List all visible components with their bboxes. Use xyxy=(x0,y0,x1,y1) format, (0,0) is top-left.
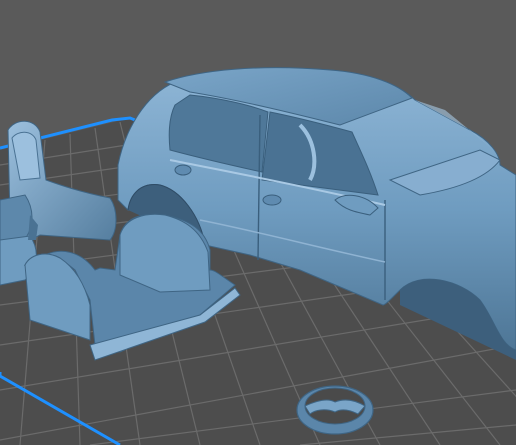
steering-wheel-model[interactable] xyxy=(296,385,374,435)
rear-door-handle xyxy=(262,194,282,206)
scene-canvas[interactable] xyxy=(0,0,516,445)
3d-print-preview-viewport[interactable] xyxy=(0,0,516,445)
front-door-handle xyxy=(174,164,192,176)
steering-wheel-hub xyxy=(304,399,366,415)
